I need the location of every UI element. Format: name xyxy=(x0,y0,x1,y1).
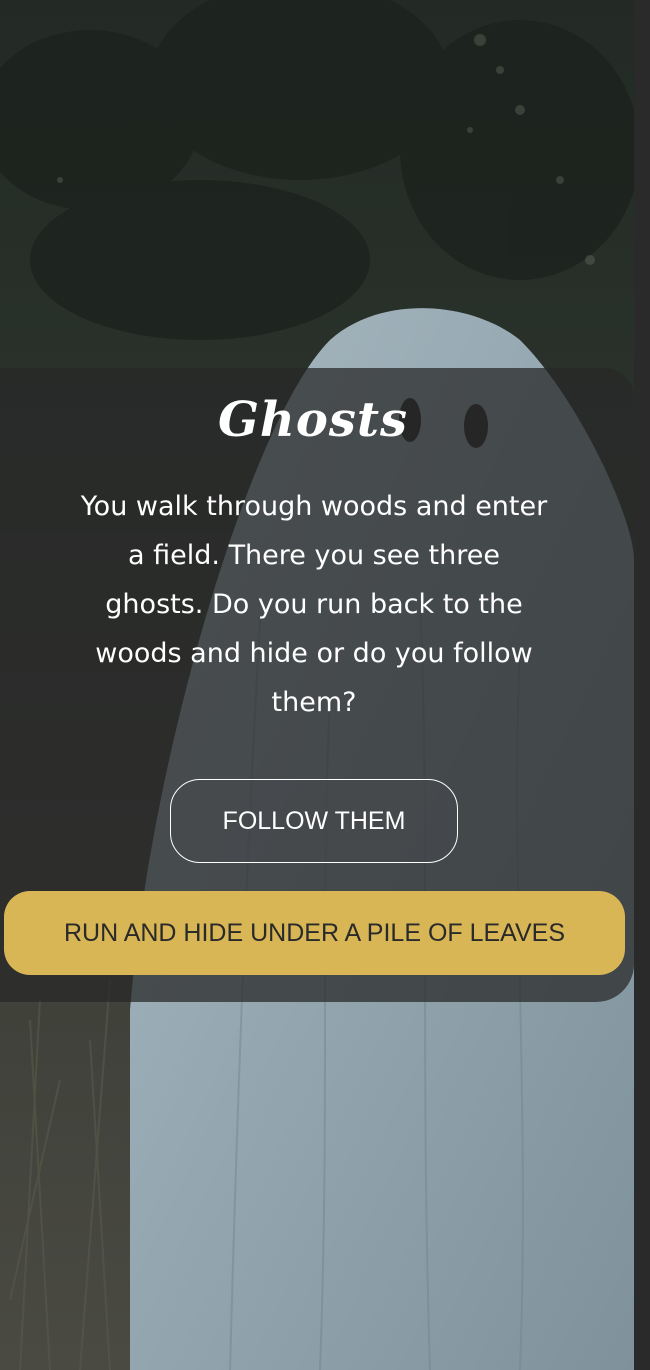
scene-title: Ghosts xyxy=(217,392,409,448)
story-text: You walk through woods and enter a field… xyxy=(80,491,548,718)
follow-them-button[interactable]: FOLLOW THEM xyxy=(170,779,458,863)
page-edge-strip xyxy=(634,0,650,1370)
run-and-hide-button[interactable]: RUN AND HIDE UNDER A PILE OF LEAVES xyxy=(4,891,625,975)
